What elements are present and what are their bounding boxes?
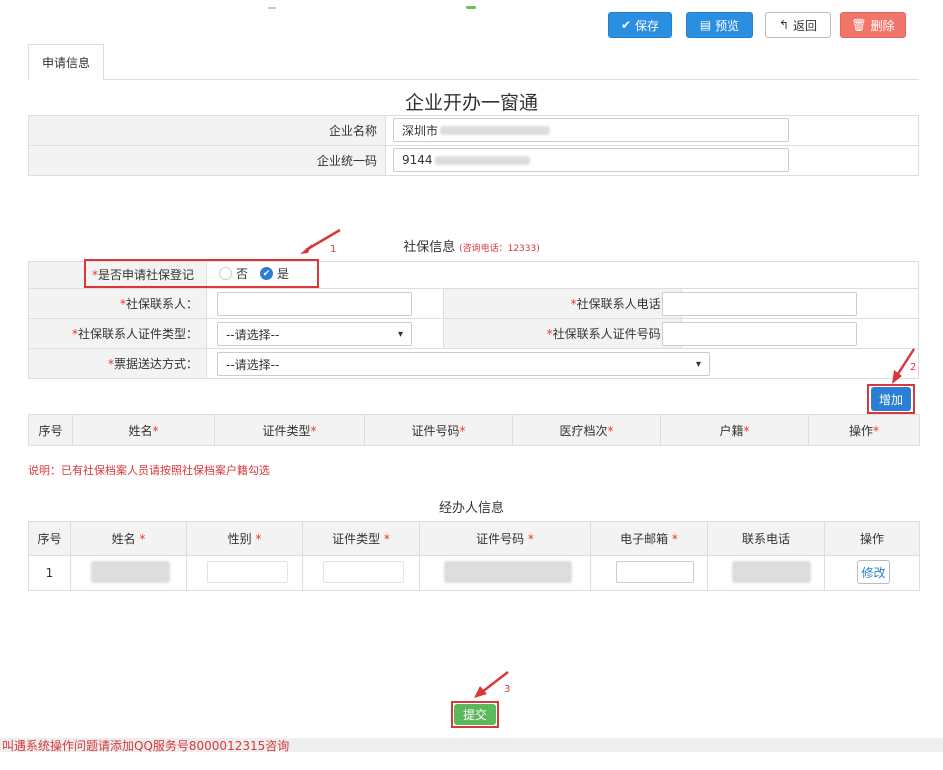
agent-gender-field[interactable] [207, 561, 288, 583]
social-note: 说明：已有社保档案人员请按照社保档案户籍勾选 [28, 464, 270, 477]
save-button[interactable]: ✔ 保存 [608, 12, 672, 38]
marker-3: 3 [504, 684, 511, 695]
redacted-text [434, 155, 530, 165]
check-icon: ✔ [620, 18, 632, 32]
apply-social-highlight [84, 259, 319, 288]
agent-section-title: 经办人信息 [438, 501, 504, 516]
company-code-label: 企业统一码 [28, 145, 386, 176]
social-column-header: 姓名* [72, 414, 215, 446]
list-icon: ▤ [699, 18, 712, 32]
redacted-text [440, 125, 551, 135]
reply-arrow-icon: ↰ [778, 18, 790, 32]
back-button[interactable]: ↰ 返回 [765, 12, 831, 38]
agent-column-header: 操作 [824, 521, 920, 556]
agent-row-index: 1 [28, 555, 71, 591]
social-column-header: 医疗档次* [512, 414, 661, 446]
agent-id-type-field[interactable] [323, 561, 404, 583]
agent-column-header: 证件类型 * [302, 521, 420, 556]
tab-bar [28, 44, 919, 80]
agent-column-header: 姓名 * [70, 521, 187, 556]
submit-button[interactable]: 提交 [454, 704, 496, 725]
social-column-header: 户籍* [660, 414, 809, 446]
trash-icon: 🗑 [851, 18, 867, 32]
company-name-field[interactable]: 深圳市 [393, 118, 789, 142]
agent-column-header: 联系电话 [707, 521, 825, 556]
social-contact-input[interactable] [217, 292, 412, 316]
delivery-method-select[interactable]: --请选择-- [217, 352, 710, 376]
social-phone-input[interactable] [662, 292, 857, 316]
company-name-label: 企业名称 [28, 115, 386, 146]
agent-name-value [91, 561, 170, 583]
social-id-type-select[interactable]: --请选择-- [217, 322, 412, 346]
social-section-title: 社保信息 (咨询电话：12333) [403, 240, 540, 255]
social-column-header: 证件号码* [364, 414, 513, 446]
company-code-field[interactable]: 9144 [393, 148, 789, 172]
agent-email-field[interactable] [616, 561, 694, 583]
top-accent-green [466, 6, 476, 9]
agent-column-header: 性别 * [186, 521, 303, 556]
social-id-number-input[interactable] [662, 322, 857, 346]
page-title: 企业开办一窗通 [404, 92, 538, 114]
social-column-header: 操作* [808, 414, 920, 446]
social-column-header: 序号 [28, 414, 73, 446]
social-column-header: 证件类型* [214, 414, 365, 446]
marker-2: 2 [910, 362, 917, 373]
marker-1: 1 [330, 244, 337, 255]
agent-column-header: 电子邮箱 * [590, 521, 708, 556]
social-members-table: 序号 姓名* 证件类型* 证件号码* 医疗档次* 户籍* 操作* [28, 414, 920, 446]
agent-column-header: 序号 [28, 521, 71, 556]
agent-phone-value [732, 561, 811, 583]
annotation-arrow-1 [300, 228, 341, 254]
agent-id-number-value [444, 561, 572, 583]
edit-button[interactable]: 修改 [857, 560, 890, 584]
delete-button[interactable]: 🗑 删除 [840, 12, 906, 38]
agent-column-header: 证件号码 * [419, 521, 591, 556]
tab-application-info[interactable]: 申请信息 [28, 44, 104, 81]
preview-button[interactable]: ▤ 预览 [686, 12, 753, 38]
footer-notice: 叫遇系统操作问题请添加QQ服务号8000012315咨询 [2, 739, 290, 753]
top-accent-line [268, 7, 276, 9]
add-button-highlight [867, 384, 915, 414]
